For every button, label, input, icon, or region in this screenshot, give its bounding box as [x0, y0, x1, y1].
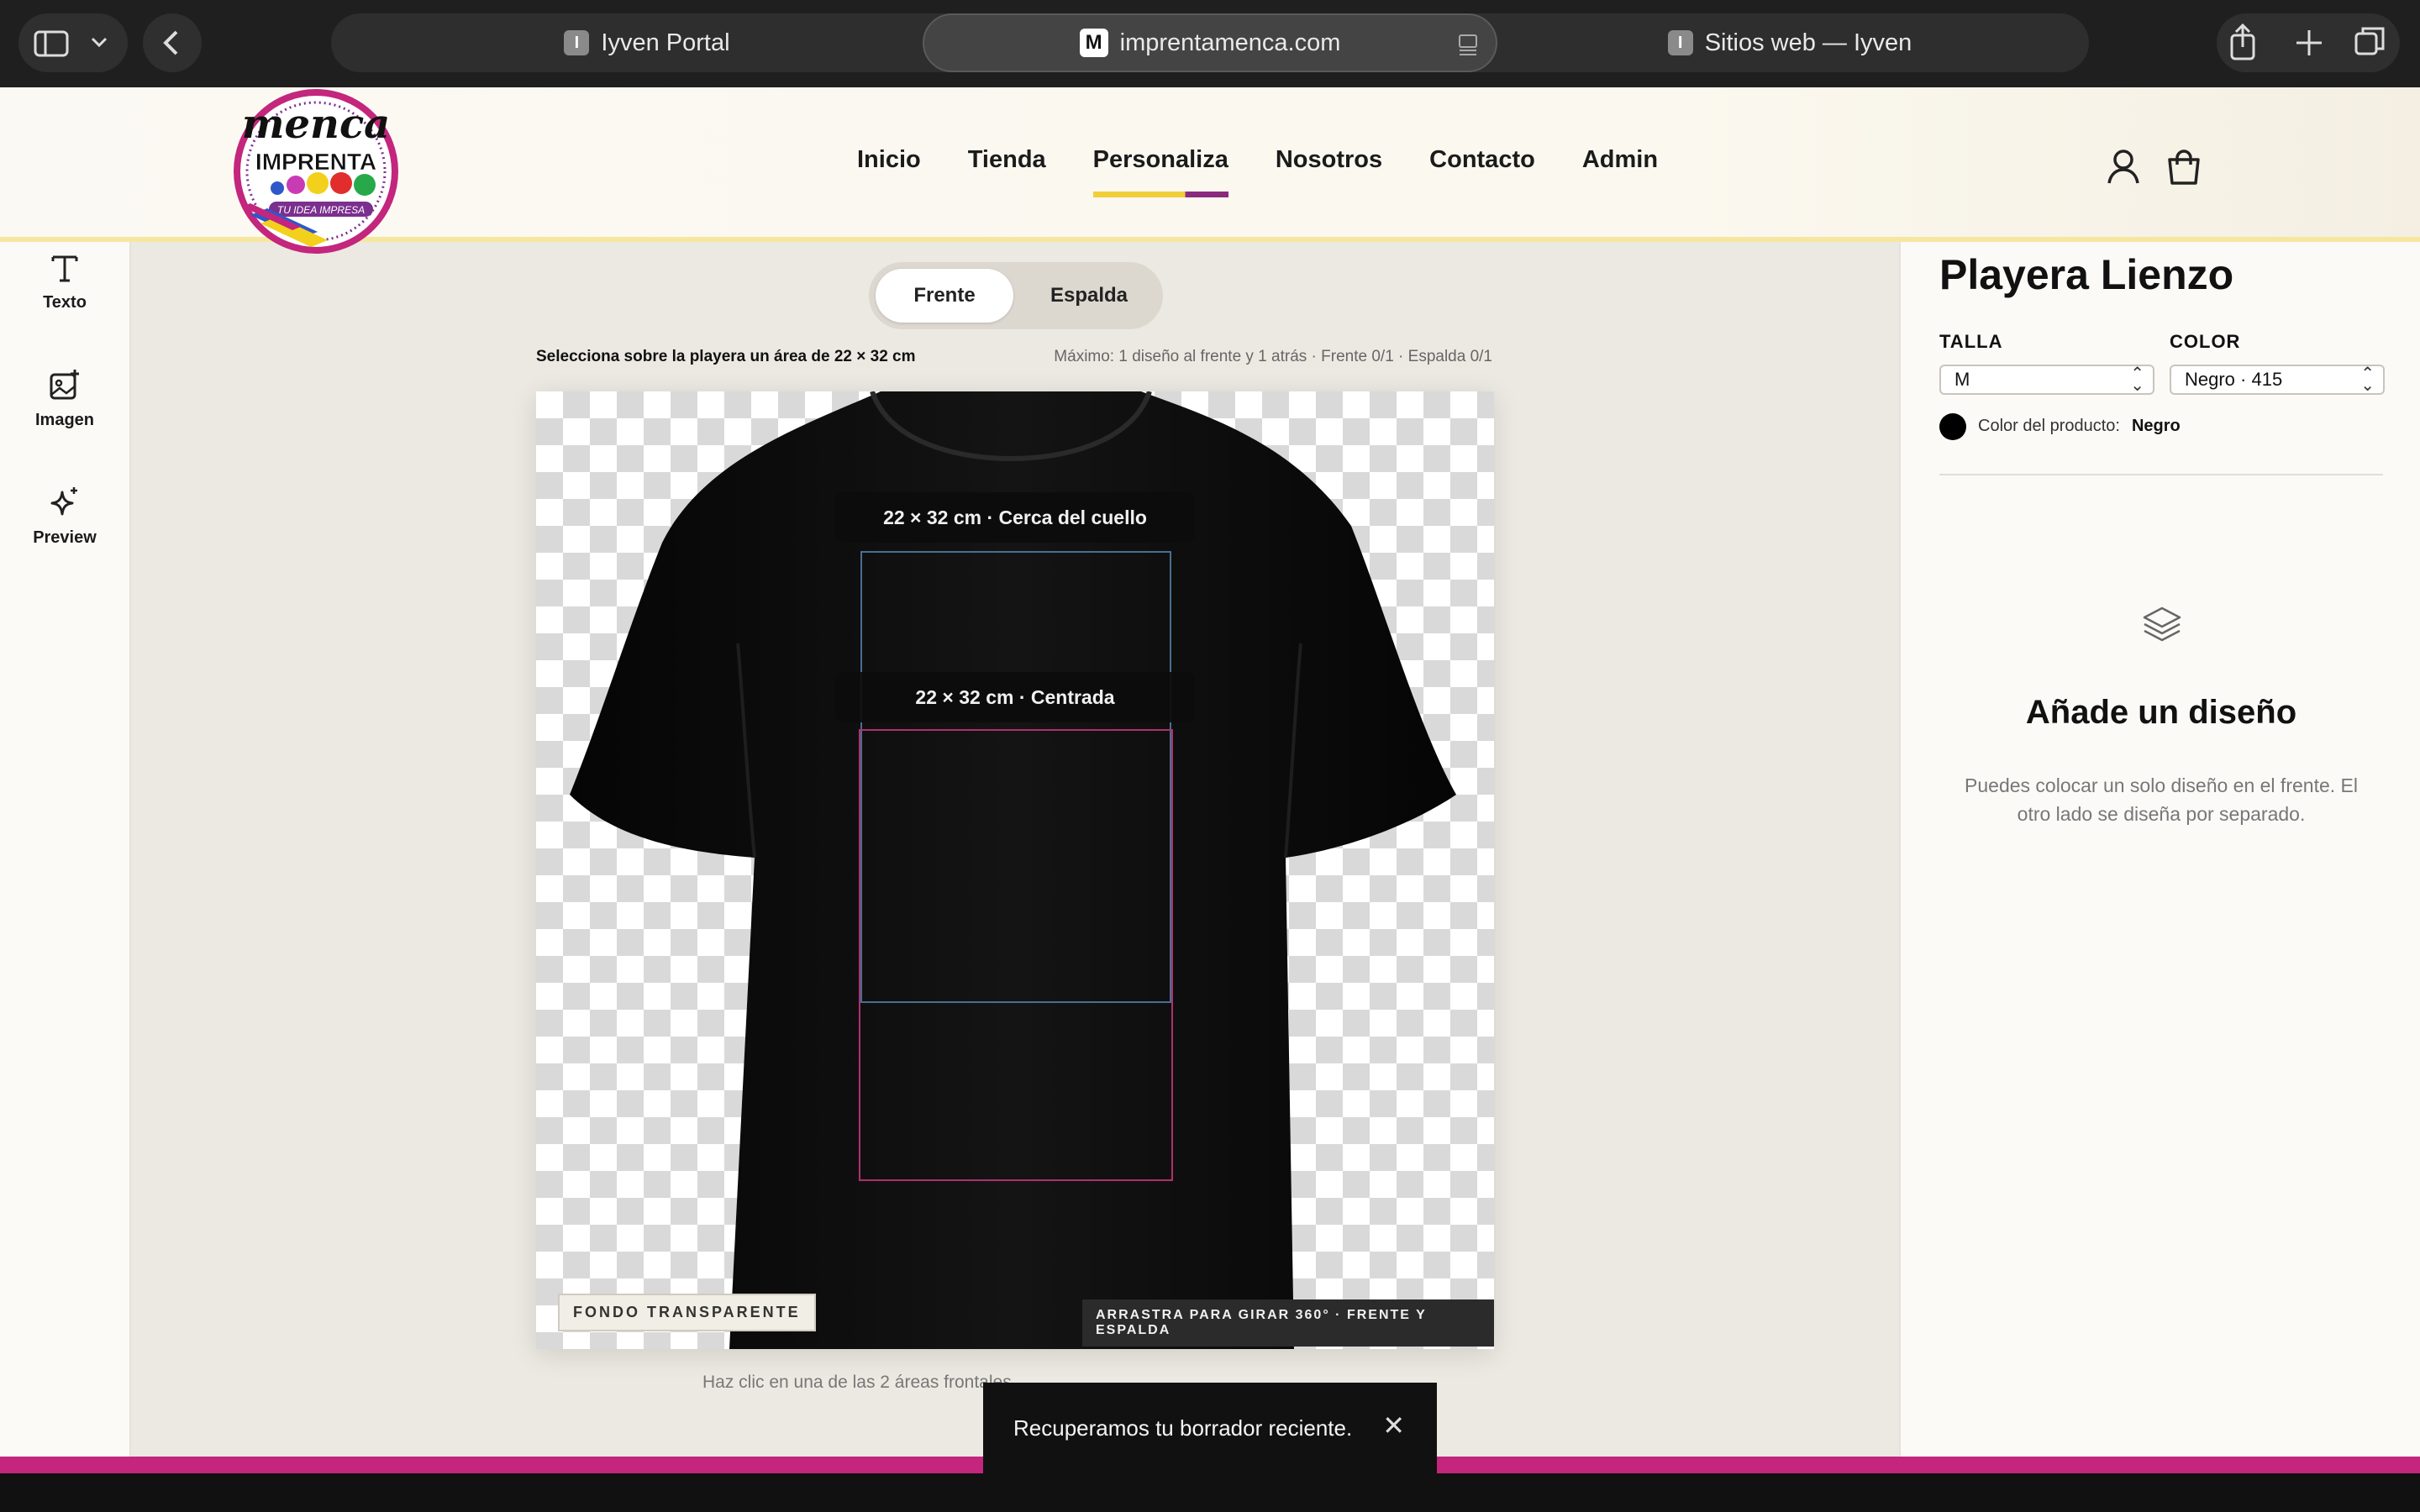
browser-chrome: I Iyven Portal M imprentamenca.com I Sit… [0, 0, 2420, 87]
nav-tienda[interactable]: Tienda [968, 146, 1046, 197]
area-label-centered[interactable]: 22 × 32 cm · Centrada [835, 672, 1195, 722]
image-add-icon [50, 370, 79, 400]
empty-state-title: Añade un diseño [2025, 694, 2297, 731]
sparkle-icon [50, 487, 77, 516]
area-label-neck[interactable]: 22 × 32 cm · Cerca del cuello [835, 492, 1195, 543]
color-label: COLOR [2170, 331, 2241, 352]
tab-overview-icon[interactable] [2354, 27, 2385, 55]
text-icon [51, 255, 78, 282]
nav-nosotros[interactable]: Nosotros [1276, 146, 1382, 197]
chevron-left-icon [163, 30, 178, 55]
color-select[interactable]: Negro · 415 ⌃ ⌄ [2170, 365, 2385, 395]
new-tab-icon[interactable] [2296, 30, 2322, 55]
size-select[interactable]: M ⌃ ⌄ [1939, 365, 2154, 395]
nav-contacto[interactable]: Contacto [1429, 146, 1535, 197]
design-limit: Máximo: 1 diseño al frente y 1 atrás · F… [1054, 348, 1492, 365]
back-button[interactable] [143, 13, 202, 72]
tab-imprentamenca[interactable]: M imprentamenca.com [923, 13, 1497, 72]
tab-favicon: I [1667, 30, 1693, 55]
area-instruction: Selecciona sobre la playera un área de 2… [536, 348, 916, 365]
tab-title: Sitios web — Iyven [1704, 29, 1912, 56]
select-arrows-icon: ⌃ ⌄ [2360, 365, 2375, 395]
logo-tagline: TU IDEA IMPRESA [277, 204, 365, 216]
tab-iyven-portal[interactable]: I Iyven Portal [336, 13, 958, 72]
tool-label: Preview [33, 528, 97, 547]
nav-admin[interactable]: Admin [1582, 146, 1658, 197]
reader-icon[interactable] [1455, 32, 1481, 57]
size-label: TALLA [1939, 331, 2003, 352]
color-swatch [1939, 413, 1966, 440]
product-title: Playera Lienzo [1939, 251, 2234, 298]
tab-sitios-web[interactable]: I Sitios web — Iyven [1496, 13, 2084, 72]
color-value: Negro · 415 [2185, 369, 2283, 390]
tool-label: Imagen [34, 411, 95, 429]
close-icon[interactable]: ✕ [1382, 1410, 1405, 1441]
site-logo[interactable]: menca IMPRENTA TU IDEA IMPRESA [217, 89, 415, 254]
tool-imagen[interactable]: Imagen [0, 368, 129, 430]
layers-icon [2143, 606, 2181, 642]
tshirt-canvas[interactable]: 22 × 32 cm · Cerca del cuello 22 × 32 cm… [536, 391, 1494, 1349]
tab-frente[interactable]: Frente [876, 269, 1013, 323]
site-header: menca IMPRENTA TU IDEA IMPRESA Inicio Ti… [0, 87, 2420, 254]
size-value: M [1954, 369, 1970, 390]
background-tag: FONDO TRANSPARENTE [558, 1294, 816, 1331]
nav-personaliza[interactable]: Personaliza [1092, 146, 1229, 197]
share-icon[interactable] [2230, 23, 2255, 60]
cart-icon[interactable] [2163, 146, 2205, 188]
user-icon[interactable] [2102, 146, 2144, 188]
color-name: Negro [2131, 417, 2181, 435]
design-toolbar: Texto Imagen Preview [0, 242, 131, 1457]
print-area-centered[interactable] [859, 729, 1173, 1181]
nav-inicio[interactable]: Inicio [857, 146, 921, 197]
tab-favicon: I [564, 30, 590, 55]
sidebar-toggle-button[interactable] [18, 13, 128, 72]
address-bar-url: imprentamenca.com [1119, 29, 1341, 56]
logo-word: IMPRENTA [255, 149, 376, 175]
window-actions [2217, 13, 2400, 72]
product-panel: Playera Lienzo TALLA M ⌃ ⌄ COLOR Negro · … [1899, 242, 2420, 1457]
toast-message: Recuperamos tu borrador reciente. [1013, 1415, 1353, 1441]
tab-espalda[interactable]: Espalda [1020, 269, 1158, 323]
click-area-hint: Haz clic en una de las 2 áreas frontales [702, 1373, 1012, 1392]
rotate-hint-tag: ARRASTRA PARA GIRAR 360° · FRENTE Y ESPA… [1082, 1299, 1494, 1347]
empty-state-text: Puedes colocar un solo diseño en el fren… [1965, 774, 2358, 825]
divider [1939, 474, 2383, 475]
main-nav: Inicio Tienda Personaliza Nosotros Conta… [857, 146, 1658, 197]
sidebar-icon [34, 30, 108, 57]
tool-label: Texto [43, 293, 87, 312]
site-footer [0, 1473, 2420, 1512]
product-color-line: Color del producto: Negro [1978, 417, 2181, 436]
tab-title: Iyven Portal [601, 29, 730, 56]
tool-texto[interactable]: Texto [0, 250, 129, 312]
logo-script-text: menca [242, 101, 391, 148]
side-switch: Frente Espalda [869, 262, 1163, 329]
tool-preview[interactable]: Preview [0, 486, 129, 548]
color-caption: Color del producto: [1978, 417, 2120, 435]
draft-toast: Recuperamos tu borrador reciente. ✕ [983, 1383, 1437, 1473]
tab-favicon: M [1079, 29, 1108, 57]
select-arrows-icon: ⌃ ⌄ [2130, 365, 2144, 395]
